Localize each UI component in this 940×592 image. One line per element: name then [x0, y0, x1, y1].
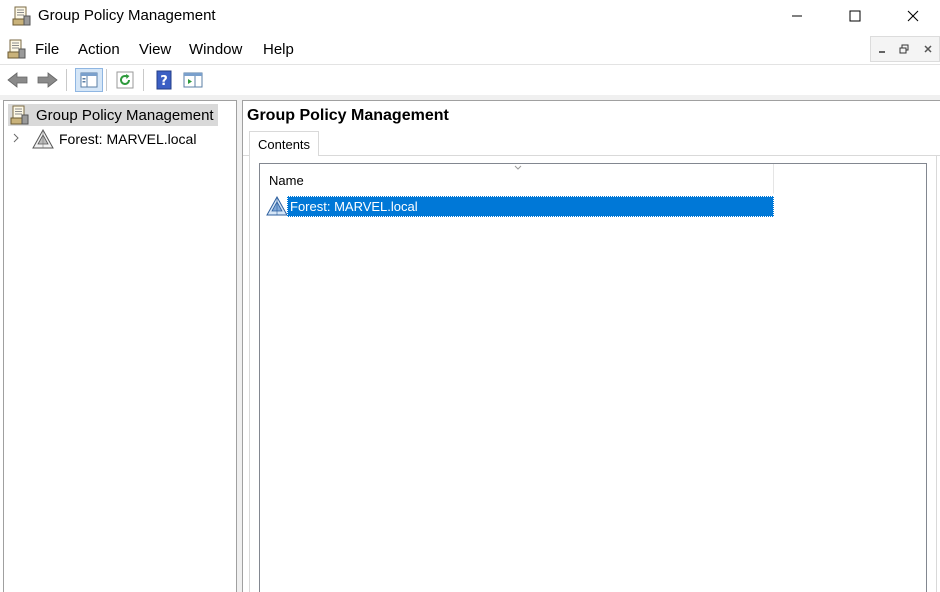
toolbar-separator	[66, 69, 67, 91]
menu-view[interactable]: View	[139, 41, 171, 58]
tab-panel-contents: Name Forest: MARVEL.local	[249, 156, 937, 592]
menu-bar: File Action View Window Help	[0, 33, 940, 64]
child-minimize-button[interactable]	[873, 40, 891, 58]
refresh-icon[interactable]	[113, 68, 137, 92]
console-tree[interactable]: Group Policy Management Forest: MARVEL.l…	[3, 100, 237, 592]
list-item[interactable]: Forest: MARVEL.local	[266, 195, 774, 217]
minimize-button[interactable]	[768, 0, 826, 32]
tree-node-group-policy-management[interactable]: Group Policy Management	[8, 104, 218, 126]
menu-help[interactable]: Help	[263, 41, 294, 58]
menu-action[interactable]: Action	[78, 41, 120, 58]
svg-text:?: ?	[160, 74, 168, 89]
column-header-name[interactable]: Name	[260, 164, 774, 194]
column-header-label: Name	[269, 173, 304, 188]
menu-file[interactable]: File	[35, 41, 59, 58]
show-hide-tree-icon[interactable]	[75, 68, 103, 92]
tree-node-forest[interactable]: Forest: MARVEL.local	[12, 128, 196, 150]
maximize-button[interactable]	[826, 0, 884, 32]
child-restore-button[interactable]	[896, 40, 914, 58]
back-arrow-icon[interactable]	[6, 68, 30, 92]
forward-arrow-icon[interactable]	[35, 68, 59, 92]
help-icon[interactable]: ?	[152, 68, 176, 92]
child-window-controls	[870, 36, 940, 62]
gpmc-icon[interactable]	[7, 39, 27, 59]
properties-icon[interactable]	[181, 68, 205, 92]
child-close-button[interactable]	[919, 40, 937, 58]
toolbar-separator	[143, 69, 144, 91]
tree-node-label: Group Policy Management	[36, 106, 214, 124]
chevron-right-icon[interactable]	[12, 133, 24, 146]
list-item-label: Forest: MARVEL.local	[287, 196, 774, 217]
content-title: Group Policy Management	[247, 107, 449, 124]
close-button[interactable]	[884, 0, 940, 32]
menu-window[interactable]: Window	[189, 41, 242, 58]
window-title: Group Policy Management	[38, 7, 216, 24]
tree-node-label: Forest: MARVEL.local	[59, 131, 197, 147]
gpmc-icon	[12, 6, 32, 26]
toolbar: ?	[0, 64, 940, 94]
contents-list[interactable]: Name Forest: MARVEL.local	[259, 163, 927, 592]
sort-chevron-icon	[514, 163, 522, 173]
content-pane: Group Policy Management Contents Name Fo…	[242, 100, 940, 592]
forest-icon	[266, 195, 288, 216]
tab-contents[interactable]: Contents	[249, 131, 320, 157]
forest-icon	[32, 128, 54, 149]
gpmc-icon	[10, 105, 30, 125]
title-bar[interactable]: Group Policy Management	[0, 0, 940, 33]
tab-strip: Contents	[243, 130, 940, 157]
toolbar-separator	[106, 69, 107, 91]
